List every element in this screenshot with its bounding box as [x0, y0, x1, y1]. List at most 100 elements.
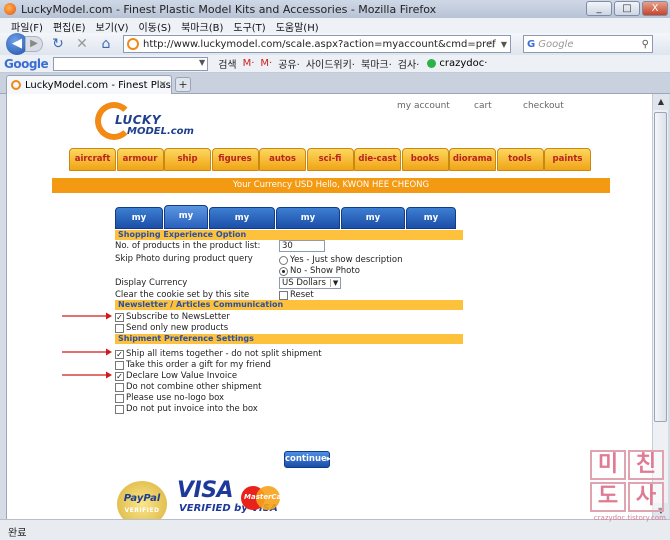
currency-bar: Your Currency USD Hello, KWON HEE CHEONG	[52, 178, 610, 193]
watermark-char-3: 도	[590, 482, 626, 512]
new-tab-button[interactable]: +	[175, 77, 191, 92]
home-icon[interactable]: ⌂	[97, 35, 115, 53]
toolbar-sidewiki[interactable]: 사이드위키·	[306, 56, 355, 71]
search-bar[interactable]: G Google ⚲	[523, 35, 653, 53]
site-logo[interactable]: LUCKY MODEL.com	[95, 100, 225, 146]
no-logo-box-option[interactable]: Please use no-logo box	[115, 393, 224, 403]
menu-view[interactable]: 보기(V)	[91, 18, 134, 34]
tab-my-request[interactable]: my Request	[276, 207, 340, 243]
tab-my-profile[interactable]: my profile	[115, 207, 163, 243]
search-engine-icon[interactable]: G	[527, 39, 535, 50]
new-products-checkbox[interactable]	[115, 323, 124, 333]
firefox-icon	[4, 3, 16, 15]
red-arrow-icon	[62, 312, 112, 320]
skip-photo-no-radio[interactable]	[279, 266, 288, 276]
tab-strip: LuckyModel.com - Finest Plastic Mo... × …	[0, 73, 670, 94]
toolbar-gmail-2[interactable]: M·	[260, 58, 272, 69]
minimize-button[interactable]: _	[586, 1, 612, 16]
watermark: 미 친 도 사 crazydoc.tistory.com	[590, 450, 666, 522]
bookmark-star-icon[interactable]: ☆	[486, 38, 496, 51]
scrollbar-thumb[interactable]	[654, 112, 667, 422]
window-title: LuckyModel.com - Finest Plastic Model Ki…	[21, 2, 437, 16]
currency-select[interactable]: US Dollars ▼	[279, 277, 342, 289]
section-shopping: Shopping Experience Option	[115, 230, 463, 240]
toolbar-bookmarks[interactable]: 북마크·	[361, 56, 392, 71]
ship-together-option[interactable]: ✓ Ship all items together - do not split…	[115, 349, 322, 359]
gift-option[interactable]: Take this order a gift for my friend	[115, 360, 271, 370]
products-per-page-input[interactable]: 30	[279, 240, 325, 252]
maximize-button[interactable]: □	[614, 1, 640, 16]
category-autos[interactable]: autos	[259, 148, 306, 171]
no-invoice-label: Do not put invoice into the box	[126, 404, 258, 414]
no-logo-box-checkbox[interactable]	[115, 393, 124, 403]
category-sci-fi[interactable]: sci-fi	[306, 148, 354, 171]
skip-photo-no[interactable]: No - Show Photo	[279, 266, 360, 276]
google-toolbar: Google ▼ 검색 M· M· 공유· 사이드위키· 북마크· 검사· cr…	[0, 55, 670, 73]
forward-button[interactable]: ▶	[25, 36, 43, 52]
google-logo: Google	[4, 56, 49, 71]
category-armour[interactable]: armour	[116, 148, 164, 171]
no-invoice-checkbox[interactable]	[115, 404, 124, 414]
tab-my-order[interactable]: my order	[164, 205, 208, 241]
skip-photo-yes-radio[interactable]	[279, 255, 288, 265]
checkout-link[interactable]: checkout	[523, 101, 564, 111]
mastercard-label: MasterCard	[244, 493, 290, 501]
url-dropdown-icon[interactable]: ▼	[501, 40, 507, 49]
products-field-wrap: 30	[279, 240, 325, 252]
reload-icon[interactable]: ↻	[49, 35, 67, 53]
subscribe-newsletter-option[interactable]: ✓ Subscribe to NewsLetter	[115, 312, 230, 322]
no-combine-checkbox[interactable]	[115, 382, 124, 392]
menu-file[interactable]: 파일(F)	[6, 18, 48, 34]
paypal-verified-label: VERIFIED	[124, 507, 160, 514]
category-books[interactable]: books	[401, 148, 449, 171]
scroll-up-icon[interactable]: ▲	[653, 94, 669, 110]
reset-checkbox[interactable]	[279, 290, 288, 300]
toolbar-gmail-1[interactable]: M·	[243, 58, 255, 69]
tab-my-preferences[interactable]: my Preferences	[209, 207, 275, 243]
menu-help[interactable]: 도움말(H)	[271, 18, 324, 34]
toolbar-user[interactable]: crazydoc·	[427, 58, 487, 69]
tab-close-icon[interactable]: ×	[159, 79, 167, 90]
gift-checkbox[interactable]	[115, 360, 124, 370]
close-button[interactable]: X	[642, 1, 668, 16]
chevron-down-icon[interactable]: ▼	[199, 58, 205, 67]
category-ship[interactable]: ship	[164, 148, 211, 171]
new-products-option[interactable]: Send only new products	[115, 323, 228, 333]
subscribe-newsletter-label: Subscribe to NewsLetter	[126, 312, 230, 322]
cart-link[interactable]: cart	[474, 101, 492, 111]
url-bar[interactable]: http://www.luckymodel.com/scale.aspx?act…	[123, 35, 511, 53]
menu-bookmarks[interactable]: 북마크(B)	[176, 18, 228, 34]
tab-luckymodel[interactable]: LuckyModel.com - Finest Plastic Mo... ×	[6, 75, 172, 94]
ship-together-checkbox[interactable]: ✓	[115, 349, 124, 359]
new-products-label: Send only new products	[126, 323, 229, 333]
tab-my-selection[interactable]: my Selection	[341, 207, 405, 243]
menu-history[interactable]: 이동(S)	[134, 18, 177, 34]
menu-tools[interactable]: 도구(T)	[228, 18, 270, 34]
status-bar: 완료	[0, 519, 670, 540]
skip-photo-yes-label: Yes - Just show description	[290, 255, 403, 265]
reset-option[interactable]: Reset	[279, 290, 314, 300]
low-value-invoice-checkbox[interactable]: ✓	[115, 371, 124, 381]
my-account-link[interactable]: my account	[397, 101, 450, 111]
category-tools[interactable]: tools	[496, 148, 544, 171]
low-value-invoice-option[interactable]: ✓ Declare Low Value Invoice	[115, 371, 237, 381]
stop-icon[interactable]: ✕	[73, 35, 91, 53]
continue-button[interactable]: continue▸	[284, 451, 331, 468]
category-figures[interactable]: figures	[211, 148, 259, 171]
subscribe-newsletter-checkbox[interactable]: ✓	[115, 312, 124, 322]
tab-my-credit[interactable]: my Credit	[406, 207, 456, 243]
google-search-input[interactable]: ▼	[53, 56, 209, 71]
category-aircraft[interactable]: aircraft	[69, 148, 116, 171]
no-combine-option[interactable]: Do not combine other shipment	[115, 382, 261, 392]
toolbar-search[interactable]: 검색	[218, 56, 236, 71]
category-diorama[interactable]: diorama	[449, 148, 496, 171]
skip-photo-yes[interactable]: Yes - Just show description	[279, 255, 402, 265]
toolbar-share[interactable]: 공유·	[278, 56, 300, 71]
search-icon[interactable]: ⚲	[642, 39, 649, 50]
window-titlebar: LuckyModel.com - Finest Plastic Model Ki…	[0, 0, 670, 18]
category-die-cast[interactable]: die-cast	[354, 148, 401, 171]
category-paints[interactable]: paints	[544, 148, 591, 171]
menu-edit[interactable]: 편집(E)	[48, 18, 91, 34]
toolbar-check[interactable]: 검사·	[398, 56, 420, 71]
no-invoice-option[interactable]: Do not put invoice into the box	[115, 404, 258, 414]
